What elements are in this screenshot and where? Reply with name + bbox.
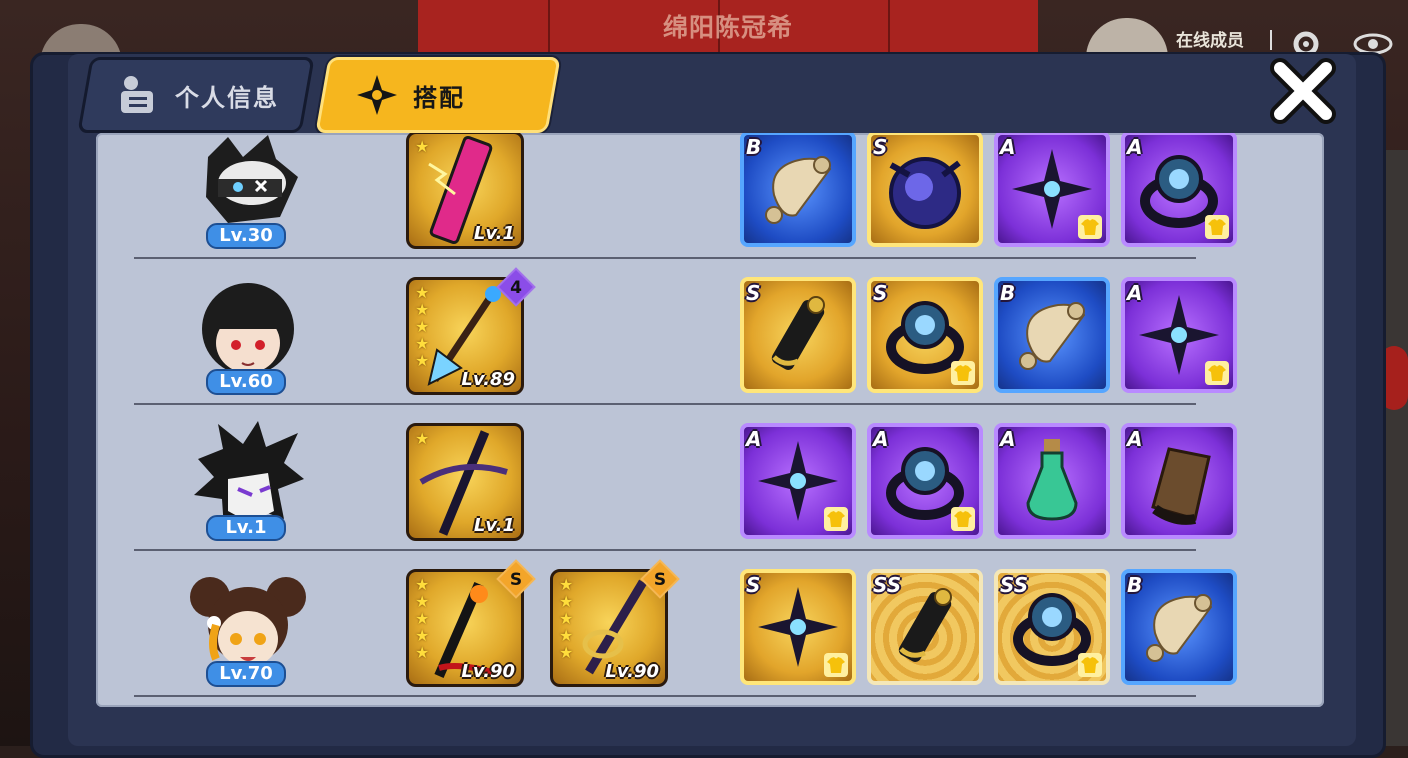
outfit-icon bbox=[1205, 361, 1229, 385]
star-icon: ★ bbox=[415, 283, 430, 302]
player-name-banner: 绵阳陈冠希 bbox=[418, 0, 1038, 55]
star-rating: ★ bbox=[415, 430, 429, 447]
equipment-slot[interactable]: SS bbox=[994, 569, 1110, 685]
equipment-grade: S bbox=[746, 281, 761, 305]
outfit-icon bbox=[951, 361, 975, 385]
star-rating: ★ ★ ★ ★ ★ bbox=[559, 576, 573, 661]
star-icon: ★ bbox=[559, 575, 574, 594]
star-icon: ★ bbox=[415, 575, 430, 594]
equipment-grade: A bbox=[1127, 135, 1143, 159]
hero-level-badge: Lv.70 bbox=[206, 661, 286, 687]
outfit-icon bbox=[1078, 653, 1102, 677]
weapon-slot[interactable]: ★ Lv.1 bbox=[406, 423, 524, 541]
equipment-slot[interactable]: B bbox=[994, 277, 1110, 393]
equipment-slot[interactable]: S bbox=[867, 133, 983, 247]
equipment-grade: B bbox=[746, 135, 762, 159]
star-icon: ★ bbox=[559, 626, 574, 645]
star-icon: ★ bbox=[415, 609, 430, 628]
loadout-row: Lv.60 ★ ★ ★ ★ ★ Lv.89 4 S S B A bbox=[96, 267, 1324, 415]
outfit-icon bbox=[951, 507, 975, 531]
weapon-rank-label: S bbox=[653, 570, 667, 590]
equipment-grade: A bbox=[1127, 281, 1143, 305]
weapon-level: Lv.89 bbox=[461, 369, 515, 390]
equipment-slot[interactable]: A bbox=[1121, 423, 1237, 539]
equipment-slot[interactable]: A bbox=[994, 423, 1110, 539]
close-icon[interactable] bbox=[1268, 58, 1338, 124]
star-icon: ★ bbox=[559, 592, 574, 611]
star-icon: ★ bbox=[415, 592, 430, 611]
weapon-rank-label: S bbox=[509, 570, 523, 590]
equipment-grade: A bbox=[1000, 135, 1016, 159]
weapon-level: Lv.1 bbox=[473, 515, 515, 536]
equipment-slot[interactable]: A bbox=[867, 423, 983, 539]
star-rating: ★ bbox=[415, 138, 429, 155]
loadout-row: Lv.1 ★ Lv.1 A A A A bbox=[96, 415, 1324, 561]
equipment-slot[interactable]: B bbox=[740, 133, 856, 247]
equipment-grade: A bbox=[1000, 427, 1016, 451]
row-divider bbox=[134, 695, 1196, 697]
outfit-icon bbox=[824, 653, 848, 677]
equipment-grade: B bbox=[1127, 573, 1143, 597]
equipment-grade: SS bbox=[873, 573, 902, 597]
outfit-icon bbox=[1205, 215, 1229, 239]
star-rating: ★ ★ ★ ★ ★ bbox=[415, 576, 429, 661]
equipment-slot[interactable]: A bbox=[1121, 133, 1237, 247]
equipment-grade: A bbox=[746, 427, 762, 451]
equipment-grade: A bbox=[873, 427, 889, 451]
hero-level-badge: Lv.30 bbox=[206, 223, 286, 249]
star-icon: ★ bbox=[415, 334, 430, 353]
star-icon: ★ bbox=[415, 317, 430, 336]
tab-profile-label: 个人信息 bbox=[175, 83, 279, 112]
equipment-slot[interactable]: SS bbox=[867, 569, 983, 685]
row-divider bbox=[134, 257, 1196, 259]
equipment-grade: A bbox=[1127, 427, 1143, 451]
equipment-grade: SS bbox=[1000, 573, 1029, 597]
outfit-icon bbox=[1078, 215, 1102, 239]
equipment-grade: B bbox=[1000, 281, 1016, 305]
weapon-rank-label: 4 bbox=[510, 278, 522, 298]
equipment-grade: S bbox=[746, 573, 761, 597]
outfit-icon bbox=[824, 507, 848, 531]
tab-profile[interactable]: 个人信息 bbox=[77, 57, 315, 133]
profile-card-icon bbox=[121, 76, 153, 113]
star-icon: ★ bbox=[415, 351, 430, 370]
separator bbox=[1270, 30, 1272, 50]
equipment-slot[interactable]: B bbox=[1121, 569, 1237, 685]
weapon-slot[interactable]: ★ Lv.1 bbox=[406, 133, 524, 249]
equipment-slot[interactable]: S bbox=[867, 277, 983, 393]
star-icon: ★ bbox=[415, 643, 430, 662]
shuriken-icon bbox=[357, 75, 397, 115]
loadout-row: Lv.70 ★ ★ ★ ★ ★ Lv.90 S ★ ★ ★ ★ ★ Lv.90 S S SS SS B bbox=[96, 559, 1324, 707]
equipment-slot[interactable]: A bbox=[994, 133, 1110, 247]
loadout-row: Lv.30 ★ Lv.1 B S A A bbox=[96, 133, 1324, 269]
weapon-level: Lv.90 bbox=[461, 661, 515, 682]
hero-level-badge: Lv.60 bbox=[206, 369, 286, 395]
star-icon: ★ bbox=[415, 626, 430, 645]
equipment-slot[interactable]: A bbox=[1121, 277, 1237, 393]
equipment-slot[interactable]: S bbox=[740, 569, 856, 685]
star-rating: ★ ★ ★ ★ ★ bbox=[415, 284, 429, 369]
row-divider bbox=[134, 403, 1196, 405]
tab-loadout[interactable]: 搭配 bbox=[315, 57, 561, 133]
star-icon: ★ bbox=[415, 300, 430, 319]
online-members-label[interactable]: 在线成员 bbox=[1176, 26, 1244, 51]
star-icon: ★ bbox=[415, 429, 430, 448]
equipment-grade: S bbox=[873, 135, 888, 159]
loadout-list[interactable]: Lv.30 ★ Lv.1 B S A A Lv.60 ★ ★ ★ ★ ★ Lv.89 4 S S B A Lv.1 ★ L… bbox=[96, 133, 1324, 707]
equipment-slot[interactable]: S bbox=[740, 277, 856, 393]
hero-level-badge: Lv.1 bbox=[206, 515, 286, 541]
star-icon: ★ bbox=[415, 137, 430, 156]
equipment-grade: S bbox=[873, 281, 888, 305]
star-icon: ★ bbox=[559, 643, 574, 662]
row-divider bbox=[134, 549, 1196, 551]
weapon-level: Lv.90 bbox=[605, 661, 659, 682]
player-name: 绵阳陈冠希 bbox=[662, 13, 793, 42]
tab-loadout-label: 搭配 bbox=[413, 83, 465, 112]
star-icon: ★ bbox=[559, 609, 574, 628]
equipment-slot[interactable]: A bbox=[740, 423, 856, 539]
weapon-level: Lv.1 bbox=[473, 223, 515, 244]
